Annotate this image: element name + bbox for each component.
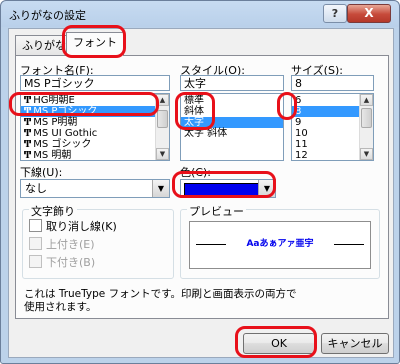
cancel-button[interactable]: キャンセル <box>321 333 389 354</box>
font-list-scrollbar[interactable]: ▲ ▼ <box>155 94 169 160</box>
size-list-scrollbar[interactable]: ▲ ▼ <box>359 94 373 160</box>
font-name-input[interactable]: MS Pゴシック <box>20 75 170 91</box>
chevron-down-icon[interactable]: ▼ <box>152 180 169 197</box>
list-item[interactable]: Ͳ MS 明朝 <box>21 150 169 161</box>
font-tab-panel: フォント名(F): MS Pゴシック Ͳ HG明朝E Ͳ MS Pゴシック Ͳ MS P明… <box>15 55 389 319</box>
list-item[interactable]: 斜体 <box>181 106 283 117</box>
color-select[interactable]: ▼ <box>180 179 276 198</box>
help-button[interactable]: ? <box>323 4 347 23</box>
scroll-down-arrow-icon[interactable]: ▼ <box>360 148 373 160</box>
superscript-label: 上付き(E) <box>46 238 95 251</box>
list-item-label: 11 <box>295 139 308 150</box>
checkbox-box[interactable] <box>29 255 42 268</box>
strikethrough-checkbox[interactable]: 取り消し線(K) <box>29 219 117 233</box>
scroll-up-arrow-icon[interactable]: ▲ <box>156 94 169 106</box>
font-settings-dialog: ふりがなの設定 ? X ふりがな フォント フォント名(F): MS Pゴシック… <box>0 0 400 364</box>
subscript-checkbox[interactable]: 下付き(B) <box>29 255 95 269</box>
list-item-label: 斜体 <box>184 106 204 117</box>
effects-group: 文字飾り 取り消し線(K) 上付き(E) 下付き(B) <box>22 203 174 279</box>
list-item-label: MS 明朝 <box>33 150 72 161</box>
tab-font[interactable]: フォント <box>66 32 124 56</box>
tab-furigana[interactable]: ふりがな <box>15 35 73 56</box>
truetype-icon: Ͳ <box>24 151 32 161</box>
list-item[interactable]: 太字 斜体 <box>181 128 283 139</box>
font-name-list[interactable]: Ͳ HG明朝E Ͳ MS Pゴシック Ͳ MS P明朝 Ͳ MS UI Gothic Ͳ MS ゴ… <box>20 93 170 161</box>
list-item-label: 12 <box>295 150 308 161</box>
list-item-label: 6 <box>295 95 302 106</box>
strikethrough-label: 取り消し線(K) <box>46 220 117 233</box>
list-item-label: 9 <box>295 117 302 128</box>
truetype-info-text: これは TrueType フォントです。印刷と画面表示の両方で使用されます。 <box>24 288 297 313</box>
list-item-label: 8 <box>295 106 302 117</box>
scroll-thumb[interactable] <box>157 110 168 128</box>
underline-label: 下線(U): <box>20 166 63 179</box>
size-input[interactable]: 8 <box>291 75 374 91</box>
list-item-label: HG明朝E <box>33 95 75 106</box>
scroll-down-arrow-icon[interactable]: ▼ <box>156 148 169 160</box>
color-swatch <box>184 183 259 196</box>
preview-group: プレビュー Aaあぁアァ亜宇 <box>180 203 380 279</box>
dialog-client-area: ふりがな フォント フォント名(F): MS Pゴシック Ͳ HG明朝E Ͳ MS P… <box>8 28 394 358</box>
checkbox-box[interactable] <box>29 237 42 250</box>
chevron-down-icon[interactable]: ▼ <box>258 180 275 197</box>
style-input[interactable]: 太字 <box>180 75 284 91</box>
color-label: 色(C): <box>180 166 211 179</box>
ok-button[interactable]: OK <box>243 333 315 354</box>
list-item-label: MS ゴシック <box>33 139 92 150</box>
list-item-label: 標準 <box>184 95 204 106</box>
list-item-label: 10 <box>295 128 308 139</box>
underline-select[interactable]: なし ▼ <box>20 179 170 198</box>
list-item[interactable]: Ͳ MS Pゴシック <box>21 106 169 117</box>
preview-group-title: プレビュー <box>187 203 246 219</box>
list-item-label: 太字 <box>184 117 204 128</box>
checkbox-box[interactable] <box>29 219 42 232</box>
preview-sample-text: Aaあぁアァ亜宇 <box>246 239 314 249</box>
list-item-label: MS UI Gothic <box>33 128 98 139</box>
list-item[interactable]: Ͳ MS UI Gothic <box>21 128 169 139</box>
preview-box: Aaあぁアァ亜宇 <box>189 221 371 269</box>
effects-group-title: 文字飾り <box>29 203 77 219</box>
scroll-thumb[interactable] <box>361 108 372 128</box>
style-list[interactable]: 標準 斜体 太字 太字 斜体 <box>180 93 284 161</box>
size-list[interactable]: 6 8 9 10 11 12 ▲ ▼ <box>291 93 374 161</box>
list-item-label: MS Pゴシック <box>33 106 98 117</box>
list-item[interactable]: 標準 <box>181 95 283 106</box>
list-item-label: MS P明朝 <box>33 117 78 128</box>
list-item[interactable]: Ͳ HG明朝E <box>21 95 169 106</box>
subscript-label: 下付き(B) <box>46 256 96 269</box>
underline-value: なし <box>25 182 47 195</box>
list-item[interactable]: Ͳ MS ゴシック <box>21 139 169 150</box>
dialog-title: ふりがなの設定 <box>9 9 86 22</box>
title-bar: ふりがなの設定 ? X <box>1 1 399 27</box>
scroll-up-arrow-icon[interactable]: ▲ <box>360 94 373 106</box>
list-item-label: 太字 斜体 <box>184 128 228 139</box>
close-button[interactable]: X <box>347 4 391 23</box>
list-item[interactable]: 太字 <box>181 117 283 128</box>
list-item[interactable]: Ͳ MS P明朝 <box>21 117 169 128</box>
superscript-checkbox[interactable]: 上付き(E) <box>29 237 95 251</box>
